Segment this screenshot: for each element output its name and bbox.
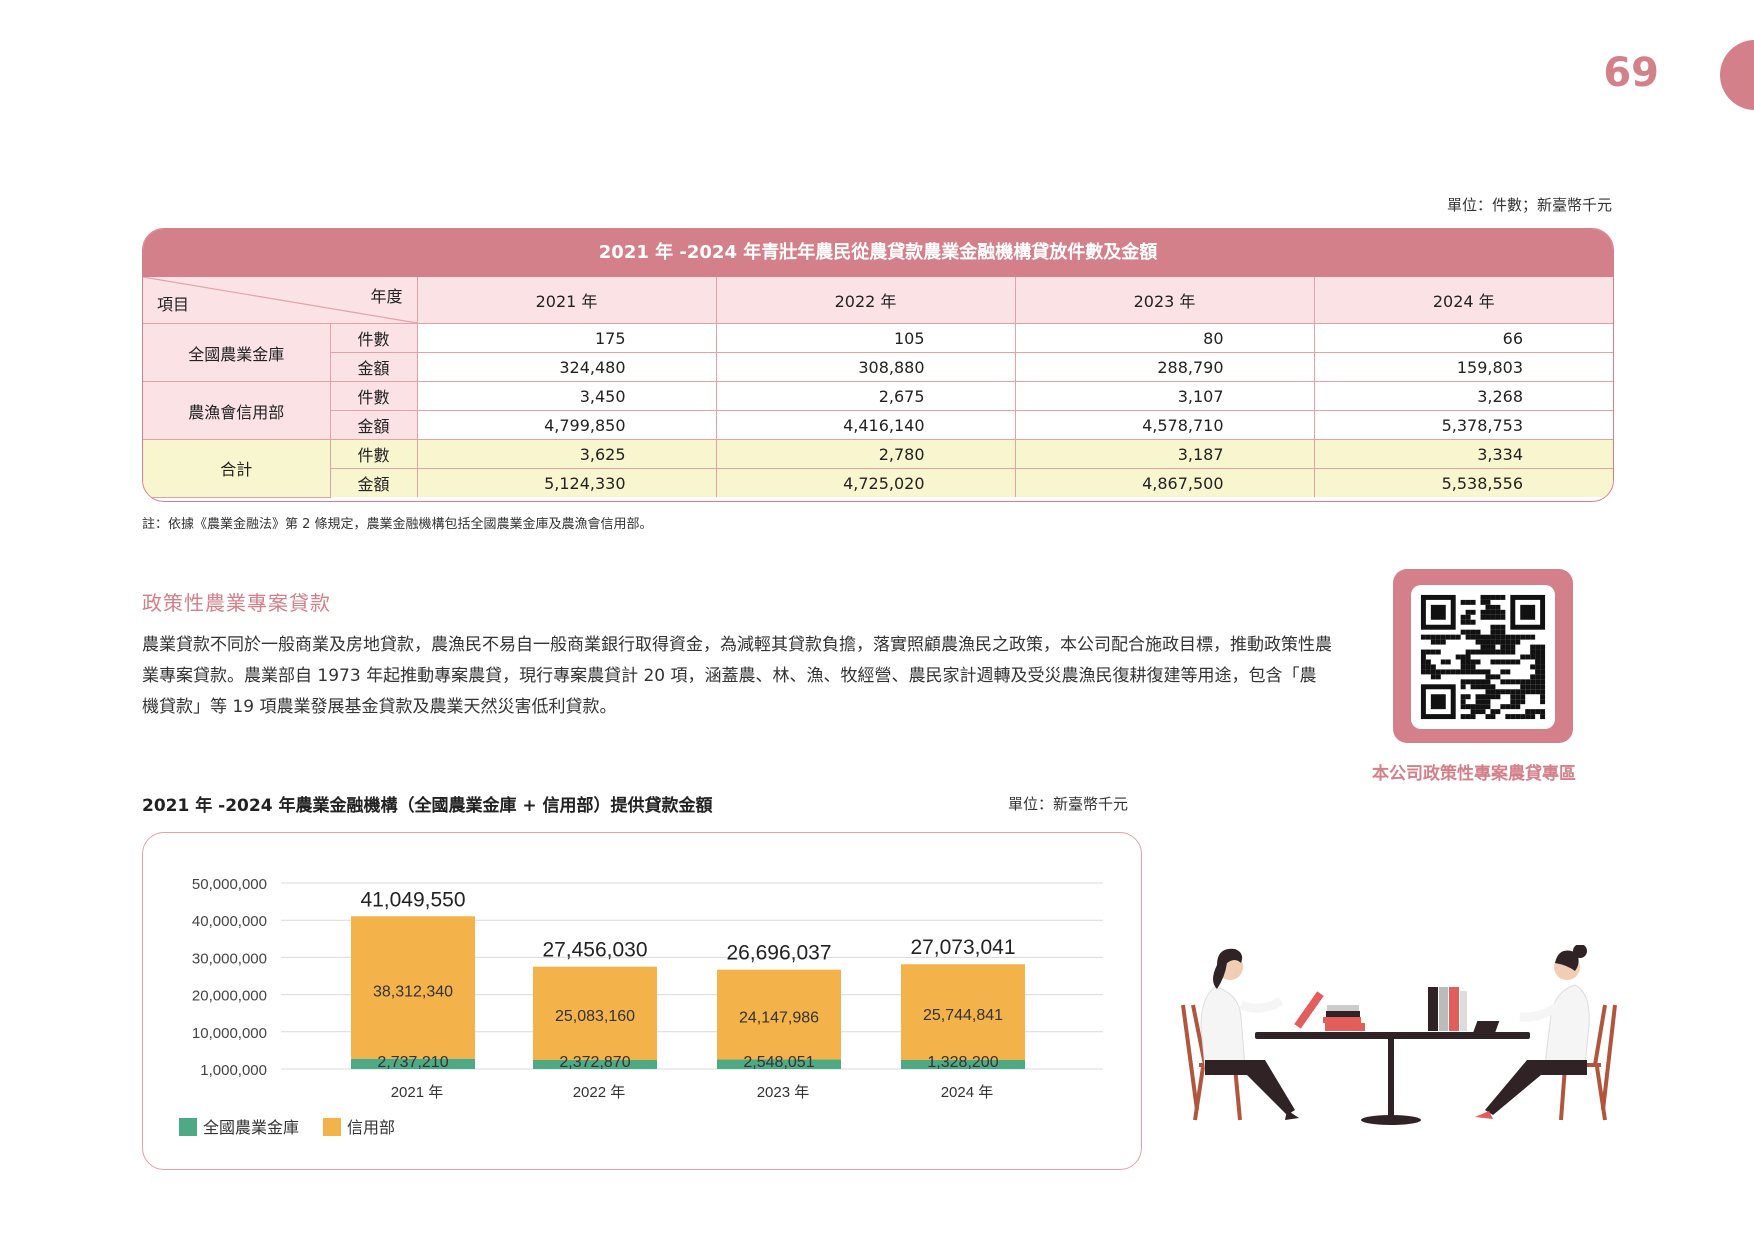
total-label: 27,073,041 — [910, 936, 1015, 959]
loan-amount-chart: 1,000,000 10,000,000 20,000,000 30,000,000 4… — [142, 832, 1142, 1170]
meeting-illustration — [1181, 945, 1617, 1125]
table-cell: 3,187 — [1014, 439, 1315, 469]
data-label-credit-dept: 38,312,340 — [373, 983, 453, 1000]
y-tick-label: 30,000,000 — [192, 950, 267, 967]
x-tick-label: 2022 年 — [573, 1084, 626, 1101]
data-label-agri-bank: 2,548,051 — [743, 1054, 814, 1071]
chart-title: 2021 年 -2024 年農業金融機構（全國農業金庫 + 信用部）提供貸款金額 — [142, 796, 713, 816]
table-cell: 3,450 — [416, 381, 717, 411]
loan-table-grid: 項目 年度 2021 年 2022 年 2023 年 2024 年 全國農業金庫… — [143, 277, 1613, 498]
metric-label: 金額 — [330, 468, 418, 497]
y-tick-label: 10,000,000 — [192, 1025, 267, 1042]
table-cell: 288,790 — [1014, 352, 1315, 382]
table-cell: 175 — [416, 323, 717, 353]
metric-label: 件數 — [329, 439, 418, 469]
qr-code-card[interactable] — [1393, 569, 1573, 743]
data-label-credit-dept: 24,147,986 — [739, 1009, 819, 1026]
y-tick-label: 50,000,000 — [192, 876, 267, 893]
table-cell: 105 — [715, 323, 1016, 353]
legend-label-agri-bank: 全國農業金庫 — [203, 1119, 299, 1137]
loan-table-title: 2021 年 -2024 年青壯年農民從農貸款農業金融機構貸放件數及金額 — [143, 229, 1613, 277]
metric-label: 件數 — [329, 381, 418, 411]
table-cell: 5,124,330 — [416, 468, 717, 497]
total-label: 27,456,030 — [542, 939, 647, 962]
page-tab-decoration — [1720, 40, 1754, 110]
table-cell: 308,880 — [715, 352, 1016, 382]
data-label-credit-dept: 25,083,160 — [555, 1008, 635, 1025]
qr-caption: 本公司政策性專案農貸專區 — [1372, 764, 1576, 784]
person-right-icon — [1472, 945, 1590, 1119]
page-number: 69 — [1603, 50, 1659, 96]
section-title: 政策性農業專案貸款 — [142, 591, 331, 615]
x-tick-label: 2023 年 — [757, 1084, 810, 1101]
metric-label: 金額 — [330, 352, 418, 382]
qr-code[interactable] — [1411, 585, 1555, 729]
table-cell: 3,107 — [1014, 381, 1315, 411]
table-cell: 5,378,753 — [1313, 410, 1613, 440]
table-unit: 單位：件數；新臺幣千元 — [1446, 196, 1612, 214]
table-cell: 4,725,020 — [715, 468, 1016, 497]
chart-unit: 單位：新臺幣千元 — [1008, 795, 1129, 813]
table-note: 註：依據《農業金融法》第 2 條規定，農業金融機構包括全國農業金庫及農漁會信用部… — [142, 517, 653, 532]
table-row: 農漁會信用部 件數 3,450 2,675 3,107 3,268 — [143, 381, 1613, 440]
data-label-agri-bank: 1,328,200 — [927, 1054, 998, 1071]
table-cell: 5,538,556 — [1313, 468, 1613, 497]
legend-swatch-credit-dept — [323, 1118, 341, 1136]
table-cell: 2,675 — [715, 381, 1016, 411]
year-header: 2023 年 — [1014, 277, 1315, 324]
qr-code-icon — [1420, 594, 1546, 720]
x-tick-label: 2021 年 — [391, 1084, 444, 1101]
loan-table: 2021 年 -2024 年青壯年農民從農貸款農業金融機構貸放件數及金額 項目 … — [142, 228, 1614, 502]
table-row: 合計 件數 3,625 2,780 3,187 3,334 — [143, 439, 1613, 498]
year-header: 2021 年 — [416, 277, 717, 324]
legend-label-credit-dept: 信用部 — [347, 1119, 395, 1137]
metric-label: 金額 — [330, 410, 418, 440]
y-tick-label: 1,000,000 — [200, 1062, 267, 1079]
table-row: 金額 5,124,330 4,725,020 4,867,500 5,538,556 — [143, 468, 1613, 497]
data-label-agri-bank: 2,737,210 — [377, 1054, 448, 1071]
total-label: 26,696,037 — [726, 942, 831, 965]
books-icon — [1294, 991, 1365, 1031]
table-cell: 80 — [1014, 323, 1315, 353]
y-tick-label: 20,000,000 — [192, 988, 267, 1005]
table-cell: 324,480 — [416, 352, 717, 382]
table-cell: 2,780 — [715, 439, 1016, 469]
header-year-label: 年度 — [370, 287, 403, 306]
table-row: 金額 4,799,850 4,416,140 4,578,710 5,378,753 — [143, 410, 1613, 440]
table-cell: 4,416,140 — [715, 410, 1016, 440]
table-cell: 4,578,710 — [1014, 410, 1315, 440]
table-cell: 66 — [1313, 323, 1613, 353]
table-cell: 3,268 — [1313, 381, 1613, 411]
table-cell: 4,867,500 — [1014, 468, 1315, 497]
binders-icon — [1428, 987, 1467, 1031]
data-label-agri-bank: 2,372,870 — [559, 1054, 630, 1071]
year-header: 2022 年 — [715, 277, 1016, 324]
table-corner-header: 項目 年度 — [143, 277, 418, 324]
row-group-label: 農漁會信用部 — [143, 381, 331, 440]
data-label-credit-dept: 25,744,841 — [923, 1007, 1003, 1024]
table-cell: 3,334 — [1313, 439, 1613, 469]
header-item-label: 項目 — [157, 295, 190, 314]
row-group-label: 合計 — [143, 439, 331, 498]
year-header: 2024 年 — [1313, 277, 1613, 324]
chart-canvas: 1,000,000 10,000,000 20,000,000 30,000,000 4… — [179, 876, 1103, 1137]
table-cell: 3,625 — [416, 439, 717, 469]
table-cell: 4,799,850 — [416, 410, 717, 440]
row-group-label: 全國農業金庫 — [143, 323, 331, 382]
y-tick-label: 40,000,000 — [192, 913, 267, 930]
metric-label: 件數 — [329, 323, 418, 353]
legend-swatch-agri-bank — [179, 1118, 197, 1136]
table-row: 金額 324,480 308,880 288,790 159,803 — [143, 352, 1613, 382]
table-row: 全國農業金庫 件數 175 105 80 66 — [143, 323, 1613, 382]
total-label: 41,049,550 — [360, 888, 465, 911]
table-cell: 159,803 — [1313, 352, 1613, 382]
section-body: 農業貸款不同於一般商業及房地貸款，農漁民不易自一般商業銀行取得資金，為減輕其貸款… — [142, 635, 1332, 717]
x-tick-label: 2024 年 — [941, 1084, 994, 1101]
